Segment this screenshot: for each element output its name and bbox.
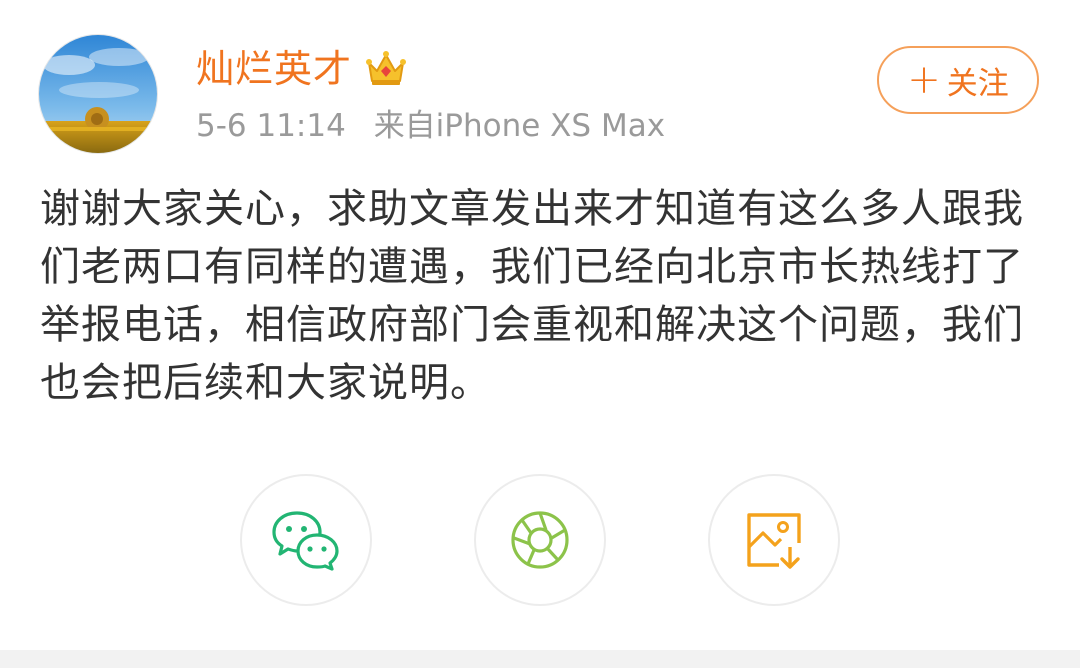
save-image-icon <box>747 513 801 569</box>
plus-icon: + <box>907 57 941 103</box>
share-wechat-button[interactable] <box>240 474 372 606</box>
vip-crown-icon <box>364 49 408 89</box>
share-bar <box>0 474 1080 608</box>
avatar[interactable] <box>38 34 158 154</box>
avatar-sunflower-field-icon <box>39 35 157 153</box>
post-body-text: 谢谢大家关心，求助文章发出来才知道有这么多人跟我们老两口有同样的遭遇，我们已经向… <box>40 186 1024 406</box>
post-time: 5-6 11:14 <box>196 108 346 144</box>
save-image-button[interactable] <box>708 474 840 606</box>
post-meta: 5-6 11:14 来自iPhone XS Max <box>196 104 665 148</box>
share-moments-button[interactable] <box>474 474 606 606</box>
weibo-post-page: 灿烂英才 5-6 11:14 来自iPhone XS Max + 关注 谢谢大家… <box>0 0 1080 668</box>
wechat-icon <box>272 511 339 571</box>
author-header: 灿烂英才 <box>196 44 408 94</box>
bottom-divider <box>0 650 1080 668</box>
post-source: 来自iPhone XS Max <box>373 108 666 144</box>
author-name[interactable]: 灿烂英才 <box>196 44 352 94</box>
follow-button[interactable]: + 关注 <box>877 46 1039 114</box>
follow-button-label: 关注 <box>946 65 1009 102</box>
moments-icon <box>511 511 569 569</box>
